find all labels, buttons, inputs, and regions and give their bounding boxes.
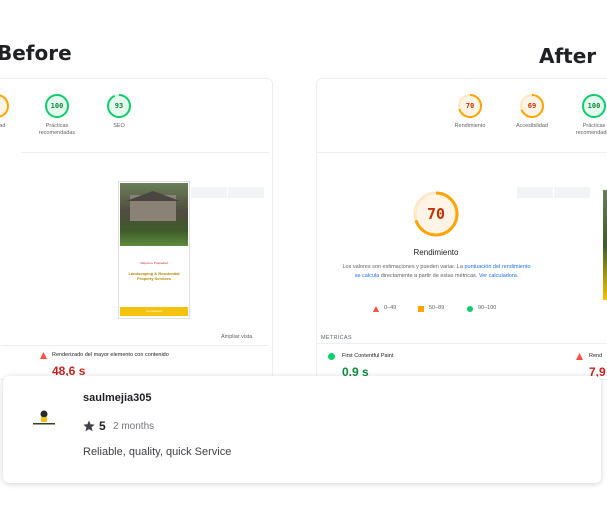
after-report-panel: 70 Rendimiento 69 Accesibilidad 100 Prác…	[316, 78, 607, 380]
performance-label: Rendimiento	[454, 123, 486, 129]
performance-main-gauge[interactable]: 70	[412, 190, 460, 238]
average-square-icon	[418, 306, 424, 312]
accessibility-gauge[interactable]: 69	[519, 93, 545, 119]
legend-poor-range: 0–49	[384, 305, 397, 311]
thumbnail-house-photo	[120, 183, 188, 246]
before-report-panel: idad 100 Prácticas recomendadas 93 SEO ▬…	[0, 78, 273, 380]
seo-score: 93	[114, 102, 124, 110]
description-text: Los valores son estimaciones y pueden va…	[342, 264, 463, 270]
after-heading: After	[539, 44, 597, 68]
view-larger-link[interactable]: Ampliar vista	[221, 334, 252, 340]
best-practices-gauge[interactable]: 100	[581, 93, 607, 119]
good-circle-icon	[467, 306, 473, 312]
poor-triangle-icon	[40, 352, 47, 359]
good-circle-icon	[328, 353, 335, 360]
metrics-header: MÉTRICAS	[321, 335, 352, 341]
avatar	[30, 409, 58, 427]
performance-main-score: 70	[426, 205, 446, 223]
fcp-metric-label: First Contentful Paint	[342, 353, 394, 359]
partial-metric-label: Rend	[589, 353, 603, 359]
divider	[1, 345, 269, 346]
seo-gauge[interactable]: 93	[106, 93, 132, 119]
divider	[21, 152, 269, 153]
thumbnail-cta: Contáctanos	[120, 307, 188, 316]
poor-triangle-icon	[576, 353, 583, 360]
poor-triangle-icon	[373, 306, 379, 312]
score-description: Los valores son estimaciones y pueden va…	[339, 263, 534, 280]
score-legend: 0–49 50–89 90–100	[373, 304, 523, 314]
legend-good-range: 90–100	[478, 305, 497, 311]
review-time-ago: 2 months	[113, 421, 155, 432]
accessibility-label: Accesibilidad	[515, 123, 549, 129]
best-practices-gauge[interactable]: 100	[44, 93, 70, 119]
review-username[interactable]: saulmejia305	[83, 392, 152, 404]
partial-gauge	[0, 94, 9, 118]
best-practices-label: Prácticas recomendadas	[38, 123, 76, 136]
review-text: Reliable, quality, quick Service	[83, 446, 232, 458]
description-text-2: directamente a partir de estas métricas.	[380, 272, 478, 279]
best-practices-score: 100	[587, 102, 601, 110]
faint-watermark: ▬▬	[517, 165, 591, 206]
partial-gauge-label: idad	[0, 123, 6, 129]
star-icon	[83, 420, 95, 432]
performance-gauge[interactable]: 70	[457, 93, 483, 119]
best-practices-score: 100	[50, 102, 64, 110]
legend-average-range: 50–89	[429, 305, 445, 311]
performance-main-label: Rendimiento	[413, 248, 459, 257]
performance-score: 70	[465, 102, 475, 110]
thumbnail-headline: Landscaping & Residential Property Servi…	[128, 271, 180, 281]
divider	[317, 152, 607, 153]
lcp-metric-label: Renderizado del mayor elemento con conte…	[52, 352, 169, 358]
divider	[317, 343, 607, 344]
page-thumbnail-edge	[603, 190, 607, 300]
review-rating: 5	[99, 419, 106, 433]
review-card: saulmejia305 5 2 months Reliable, qualit…	[3, 376, 601, 483]
faint-watermark: ▬▬	[191, 165, 265, 206]
thumbnail-banner: Mejora tu Propiedad	[140, 261, 168, 265]
calculator-link[interactable]: Ver calculadora.	[479, 273, 518, 279]
accessibility-score: 69	[527, 102, 537, 110]
seo-label: SEO	[113, 123, 125, 129]
page-thumbnail[interactable]: Mejora tu Propiedad Landscaping & Reside…	[118, 181, 190, 319]
before-heading: Before	[0, 41, 72, 65]
best-practices-label: Prácticas recomendadas	[575, 123, 607, 136]
